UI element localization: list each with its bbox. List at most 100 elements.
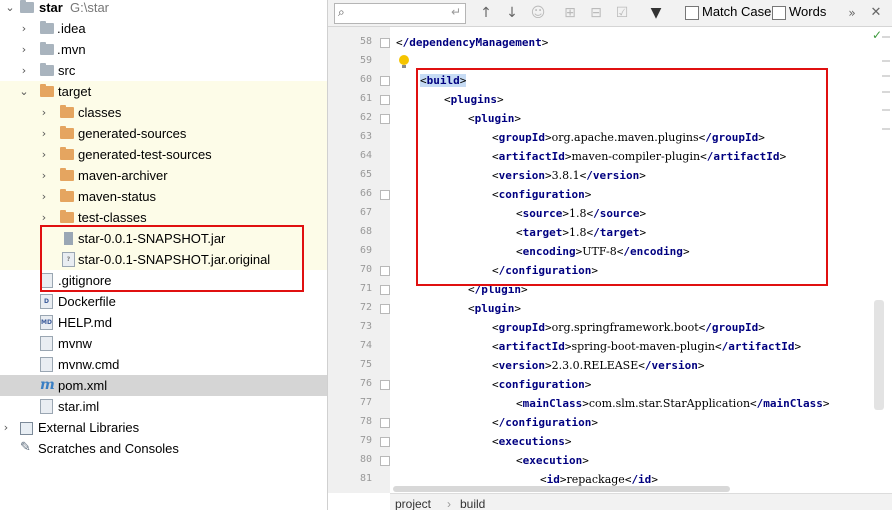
xml-tag: plugin (474, 302, 515, 315)
line-number: 63 (359, 131, 372, 142)
chevron-right-icon[interactable]: › (0, 417, 12, 438)
fold-marker-icon[interactable] (380, 380, 390, 390)
line-number: 79 (359, 435, 372, 446)
tree-item-mvnw[interactable]: mvnw (0, 333, 327, 354)
chevron-right-icon[interactable]: › (38, 123, 50, 144)
breadcrumb-item[interactable]: build (460, 494, 485, 510)
fold-marker-icon[interactable] (380, 95, 390, 105)
fold-marker-icon[interactable] (380, 38, 390, 48)
line-number: 67 (359, 207, 372, 218)
tree-item-label: HELP.md (58, 315, 112, 330)
lightbulb-icon[interactable] (399, 55, 409, 68)
highlight-box-build-plugins (416, 68, 828, 286)
tree-item-help-md[interactable]: MD HELP.md (0, 312, 327, 333)
tree-item-star-iml[interactable]: star.iml (0, 396, 327, 417)
fold-marker-icon[interactable] (380, 285, 390, 295)
fold-marker-icon[interactable] (380, 76, 390, 86)
tree-item-target[interactable]: ⌄ target (0, 81, 327, 102)
words-checkbox[interactable] (772, 6, 786, 20)
fold-marker-icon[interactable] (380, 114, 390, 124)
tree-item-dockerfile[interactable]: D Dockerfile (0, 291, 327, 312)
tree-item-src[interactable]: › src (0, 60, 327, 81)
xml-tag: /id (631, 473, 652, 486)
tree-item-idea[interactable]: › . idea (0, 18, 327, 39)
filter-icon[interactable]: ▼ (646, 3, 666, 23)
xml-tag: artifactId (498, 340, 565, 353)
xml-tag: /artifactId (721, 340, 795, 353)
file-icon (40, 357, 53, 372)
tree-item-label: maven-status (78, 189, 157, 204)
editor-gutter: 58 59 60 61 62 63 64 65 66 67 68 69 70 71 72 73 74 75 76 77… (328, 27, 390, 493)
vertical-scrollbar[interactable] (874, 300, 884, 410)
fold-marker-icon[interactable] (380, 304, 390, 314)
line-number: 74 (359, 340, 372, 351)
previous-occurrence-button[interactable]: ↑ (476, 3, 496, 23)
select-all-occurrences-button[interactable]: ☑ (612, 3, 632, 23)
search-icon[interactable]: ⌕ (338, 5, 345, 20)
line-number: 58 (359, 36, 372, 47)
tree-item-label: maven-archiver (78, 168, 168, 183)
next-occurrence-button[interactable]: ↓ (502, 3, 522, 23)
fold-marker-icon[interactable] (380, 190, 390, 200)
tree-item-label: mvn (61, 42, 86, 57)
excluded-folder-icon (60, 168, 74, 181)
library-icon (20, 422, 33, 435)
tree-item-external-libraries[interactable]: › External Libraries (0, 417, 327, 438)
line-number: 77 (359, 397, 372, 408)
chevron-right-icon[interactable]: › (38, 186, 50, 207)
tree-item-scratches[interactable]: ✎ Scratches and Consoles (0, 438, 327, 459)
chevron-right-icon[interactable]: › (18, 39, 30, 60)
code-line: <artifactId>spring-boot-maven-plugin</ar… (492, 340, 802, 353)
tree-item-classes[interactable]: › classes (0, 102, 327, 123)
search-input[interactable]: ⌕ ↵ (334, 3, 466, 24)
chevron-down-icon[interactable]: ⌄ (18, 81, 30, 102)
scroll-marker (882, 75, 890, 77)
tree-root-star[interactable]: ⌄ star G:\star (0, 0, 327, 18)
scroll-marker (882, 91, 890, 93)
fold-marker-icon[interactable] (380, 418, 390, 428)
line-number: 60 (359, 74, 372, 85)
chevron-right-icon[interactable]: › (38, 102, 50, 123)
chevron-right-icon[interactable]: › (18, 18, 30, 39)
tree-item-label: Dockerfile (58, 294, 116, 309)
chevron-right-icon[interactable]: › (18, 60, 30, 81)
tree-item-maven-archiver[interactable]: › maven-archiver (0, 165, 327, 186)
xml-value: org.springframework.boot (551, 321, 699, 334)
chevron-right-icon[interactable]: › (38, 144, 50, 165)
line-number: 81 (359, 473, 372, 484)
fold-marker-icon[interactable] (380, 437, 390, 447)
close-icon[interactable]: ✕ (866, 3, 886, 23)
dockerfile-icon: D (40, 294, 53, 309)
match-case-label: Match Case (702, 4, 772, 19)
enter-icon: ↵ (450, 5, 461, 19)
code-line: </dependencyManagement> (396, 36, 549, 49)
tree-item-pom-xml[interactable]: m pom.xml (0, 375, 327, 396)
tree-item-label: target (58, 84, 92, 99)
more-options-icon[interactable]: » (842, 3, 862, 23)
tree-item-mvn[interactable]: › . mvn (0, 39, 327, 60)
match-case-checkbox[interactable] (685, 6, 699, 20)
words-label: Words (789, 4, 827, 19)
add-selection-button[interactable]: ⊞ (560, 3, 580, 23)
code-line: <mainClass>com.slm.star.StarApplication<… (516, 397, 830, 410)
remove-selection-button[interactable]: ⊟ (586, 3, 606, 23)
find-in-path-icon[interactable]: ☺ (528, 3, 548, 23)
code-line: </configuration> (492, 416, 598, 429)
breadcrumb-item[interactable]: project (395, 494, 431, 510)
chevron-right-icon[interactable]: › (38, 165, 50, 186)
tree-item-generated-test-sources[interactable]: › generated-test-sources (0, 144, 327, 165)
chevron-down-icon[interactable]: ⌄ (4, 0, 16, 18)
tree-item-label: Scratches and Consoles (38, 441, 179, 456)
xml-value: 2.3.0.RELEASE (551, 359, 639, 372)
xml-tag: groupId (498, 321, 545, 334)
tree-item-label: mvnw (58, 336, 92, 351)
excluded-folder-icon (60, 189, 74, 202)
fold-marker-icon[interactable] (380, 456, 390, 466)
fold-marker-icon[interactable] (380, 266, 390, 276)
horizontal-scrollbar[interactable] (393, 486, 730, 492)
tree-item-mvnw-cmd[interactable]: mvnw.cmd (0, 354, 327, 375)
tree-item-generated-sources[interactable]: › generated-sources (0, 123, 327, 144)
tree-item-label: idea (61, 21, 86, 36)
xml-tag: /mainClass (756, 397, 823, 410)
tree-item-maven-status[interactable]: › maven-status (0, 186, 327, 207)
